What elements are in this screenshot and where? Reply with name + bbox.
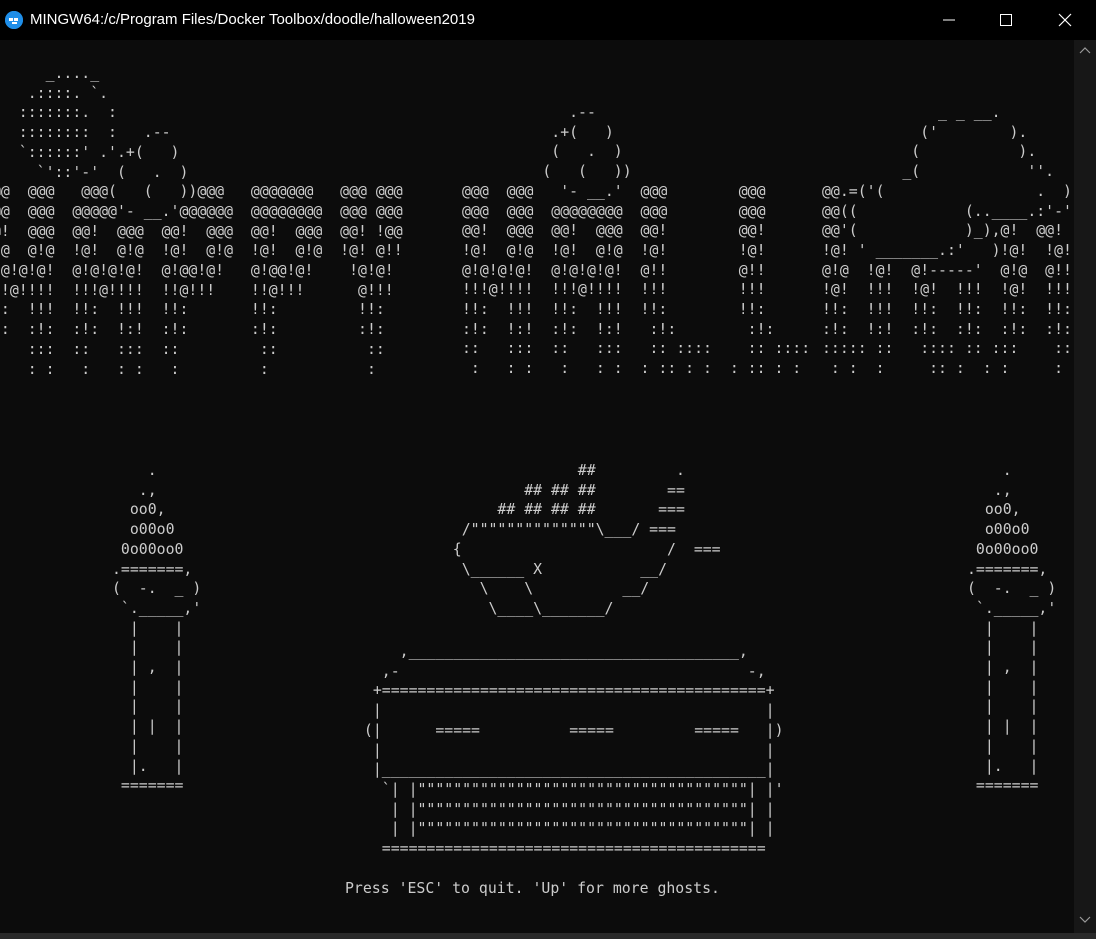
- window-title: MINGW64:/c/Program Files/Docker Toolbox/…: [30, 11, 475, 28]
- minimize-icon: [943, 19, 955, 21]
- quit-prompt: Press 'ESC' to quit. 'Up' for more ghost…: [345, 880, 720, 897]
- terminal-logo-icon: [5, 11, 23, 29]
- vertical-scrollbar[interactable]: [1074, 40, 1096, 933]
- torch-art-right: . ., oo0, o00o0 0o00oo0 .=======, ( -. _…: [967, 462, 1057, 795]
- minimize-button[interactable]: [920, 0, 978, 40]
- cauldron-art: ## . ## ## ## == ## ## ## ## === /""""""…: [452, 462, 721, 617]
- banner-art-left: _...._ .::::. `. :::::::. : :::::::: : .…: [0, 65, 403, 378]
- banner-art-right: _ _ __. (' ). ( ). _( ''. @@.=('( . ) @@…: [822, 104, 1072, 378]
- mingw-terminal-icon: [5, 11, 23, 29]
- terminal-output[interactable]: _...._ .::::. `. :::::::. : :::::::: : .…: [0, 40, 1074, 933]
- scroll-down-arrow-icon[interactable]: [1074, 912, 1096, 930]
- banner-art-middle: .-- .+( ) ( . ) ( ( )) @@@ @@@ '- __.' @…: [462, 104, 811, 378]
- close-button[interactable]: [1036, 0, 1094, 40]
- window-bottom-border: [0, 933, 1096, 939]
- title-bar[interactable]: MINGW64:/c/Program Files/Docker Toolbox/…: [0, 0, 1096, 40]
- maximize-button[interactable]: [977, 0, 1035, 40]
- scroll-up-arrow-icon[interactable]: [1074, 42, 1096, 60]
- maximize-icon: [1000, 14, 1012, 26]
- close-icon: [1058, 13, 1072, 27]
- coffin-art: ,_____________________________________, …: [363, 643, 784, 858]
- torch-art-left: . ., oo0, o00o0 0o00oo0 .=======, ( -. _…: [112, 462, 202, 795]
